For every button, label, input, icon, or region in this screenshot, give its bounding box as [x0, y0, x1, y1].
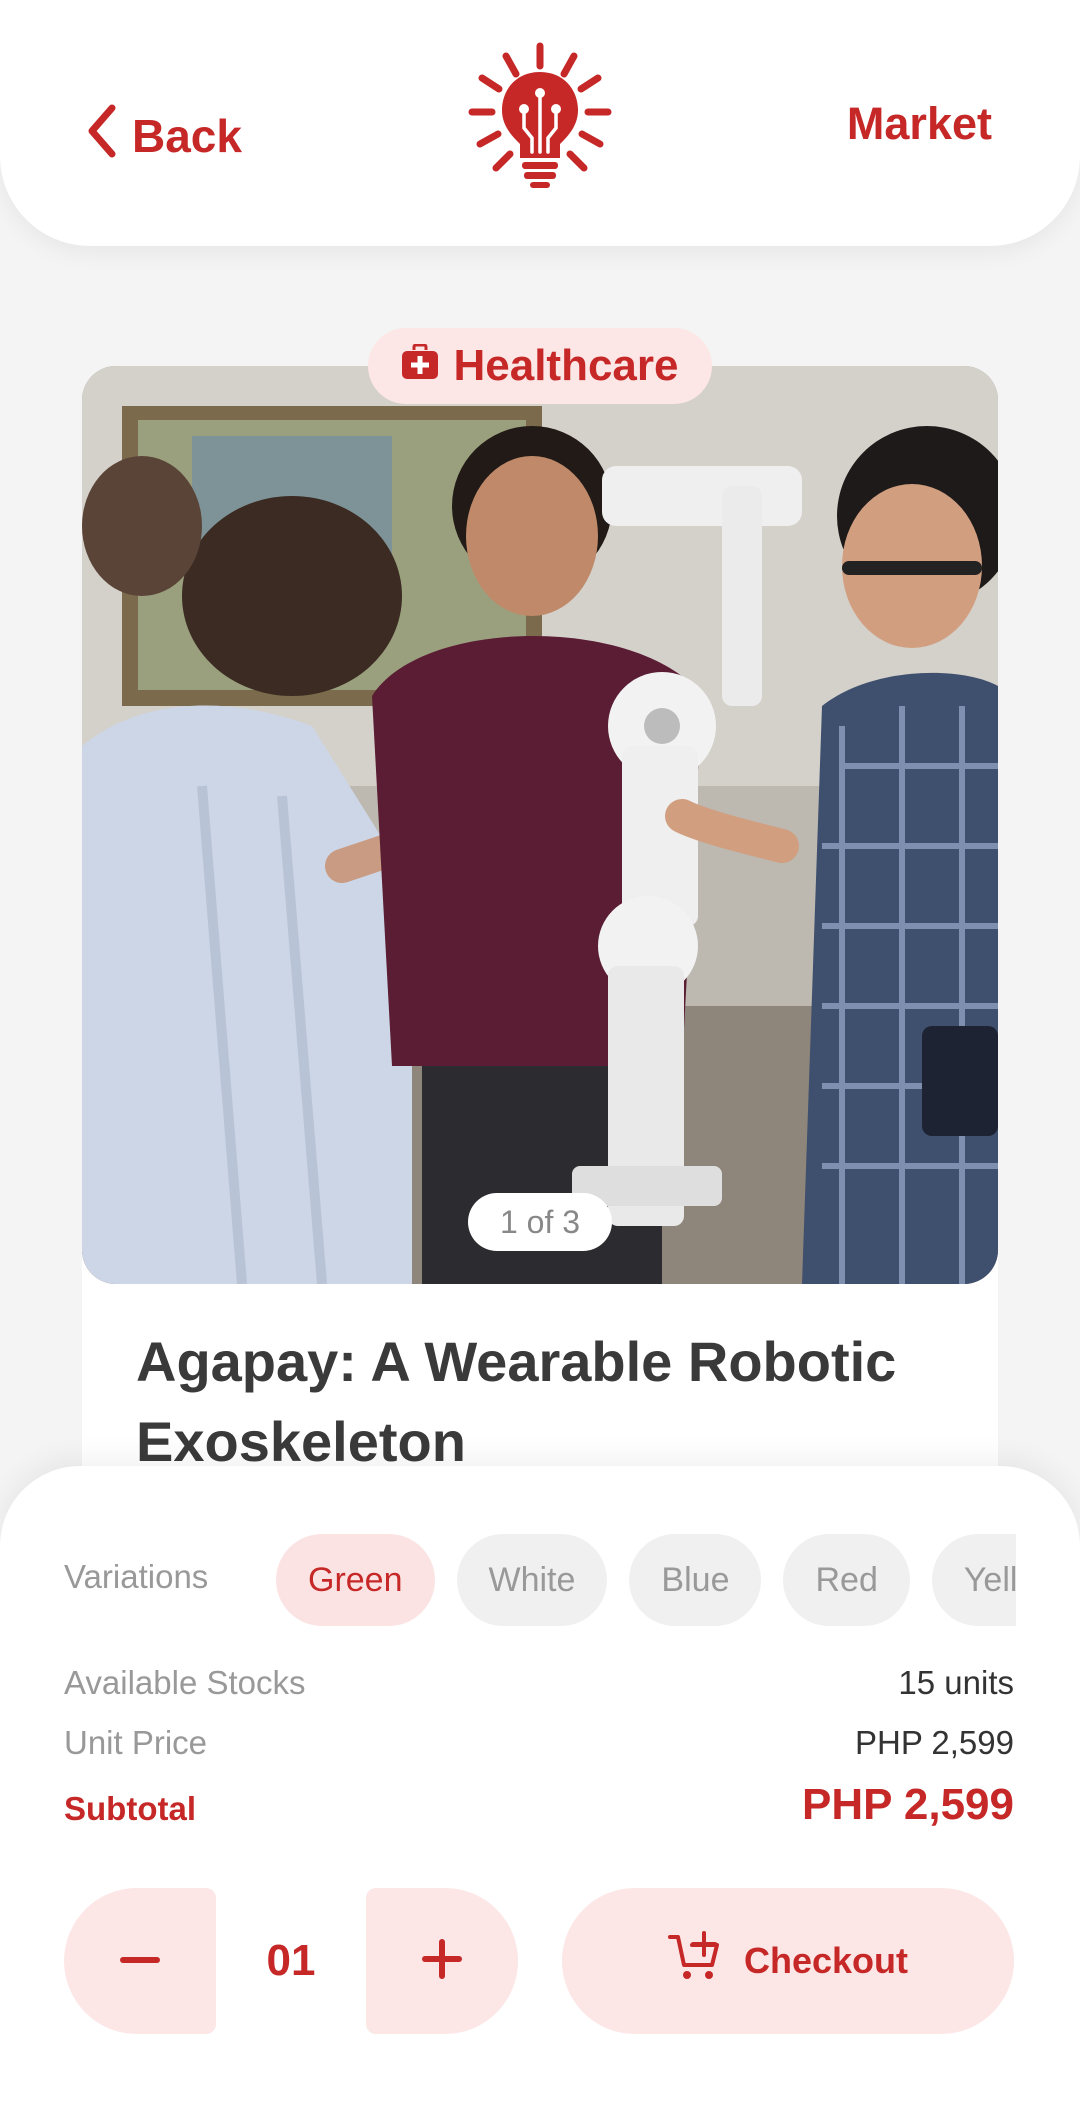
image-counter: 1 of 3 [468, 1193, 612, 1251]
product-image[interactable] [82, 366, 998, 1284]
plus-icon [422, 1938, 462, 1984]
category-badge: Healthcare [368, 328, 712, 404]
variation-chip-green[interactable]: Green [276, 1534, 435, 1626]
variations-label: Variations [64, 1558, 209, 1595]
back-button[interactable]: Back [84, 104, 242, 168]
medical-kit-icon [401, 341, 439, 391]
checkout-button[interactable]: Checkout [562, 1888, 1014, 2034]
market-link[interactable]: Market [847, 98, 992, 150]
subtotal-label: Subtotal [64, 1790, 196, 1827]
add-to-cart-icon [667, 1930, 720, 1992]
decrease-quantity-button[interactable] [64, 1888, 216, 2034]
checkout-label: Checkout [743, 1940, 909, 1981]
minus-icon [120, 1952, 160, 1970]
category-label: Healthcare [453, 341, 679, 390]
back-label: Back [132, 110, 242, 162]
product-title: Agapay: A Wearable Robotic Exoskeleton [136, 1330, 897, 1473]
variation-chip-blue[interactable]: Blue [629, 1534, 762, 1626]
variation-chip-yellow[interactable]: Yellow [931, 1534, 1016, 1626]
chevron-left-icon [84, 104, 118, 169]
stocks-label: Available Stocks [64, 1664, 306, 1701]
top-header: Back Market [0, 0, 1080, 246]
quantity-value: 01 [266, 1936, 316, 1985]
unit-price-label: Unit Price [64, 1724, 208, 1761]
variation-chip-white[interactable]: White [456, 1534, 608, 1626]
lightbulb-circuit-logo-icon [466, 40, 614, 192]
increase-quantity-button[interactable] [366, 1888, 518, 2034]
variations-scroller[interactable]: Green White Blue Red Yellow [276, 1534, 1016, 1626]
subtotal-value: PHP 2,599 [801, 1780, 1014, 1829]
unit-price-value: PHP 2,599 [854, 1724, 1014, 1761]
variation-chip-red[interactable]: Red [783, 1534, 910, 1626]
stocks-value: 15 units [898, 1664, 1014, 1701]
